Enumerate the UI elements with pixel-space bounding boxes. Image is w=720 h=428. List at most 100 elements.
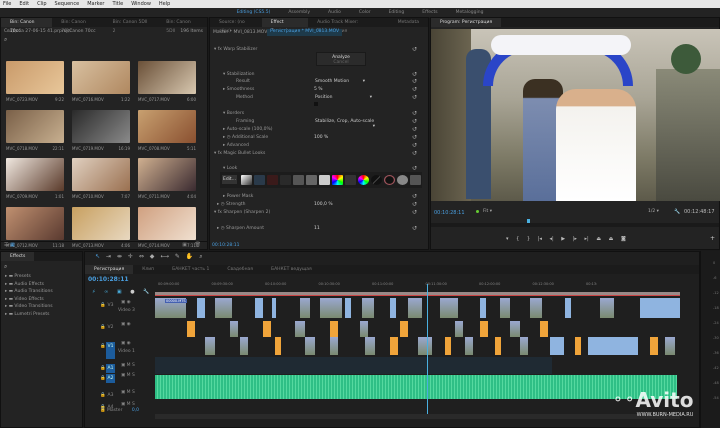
tab-effects[interactable]: Effects: [1, 252, 35, 261]
video-clip[interactable]: [418, 337, 432, 355]
effects-folder[interactable]: ▸ ▬ Audio Transitions: [5, 289, 53, 294]
workspace-tab[interactable]: Color: [359, 10, 371, 15]
lock-icon[interactable]: 🔒: [100, 376, 106, 381]
autoscale-label[interactable]: ▸ Auto-scale (100,0%): [223, 127, 273, 132]
video-clip[interactable]: [510, 321, 520, 337]
workspace-tab[interactable]: Editing (CS5.5): [237, 10, 271, 15]
look-tool-icon[interactable]: [254, 175, 265, 185]
framing-dropdown[interactable]: Stabilize, Crop, Auto-scale ▾: [315, 119, 375, 129]
video-clip[interactable]: [408, 298, 422, 318]
project-tab[interactable]: Bin: Canon 70сс: [1, 18, 53, 34]
marker-dot-icon[interactable]: ●: [130, 289, 134, 295]
reset-icon[interactable]: ↺: [412, 94, 417, 101]
track-target-a2[interactable]: A2: [106, 374, 115, 383]
look-tool-icon[interactable]: [410, 175, 421, 185]
step-forward-icon[interactable]: |▸: [573, 236, 577, 242]
track-target-v1[interactable]: V1: [106, 342, 115, 359]
step-back-icon[interactable]: ◂|: [549, 236, 553, 242]
timeline-playhead[interactable]: [427, 284, 428, 418]
video-clip[interactable]: [550, 337, 564, 355]
method-label[interactable]: Method: [236, 95, 253, 100]
clip-thumbnail[interactable]: [6, 61, 64, 94]
stabilization-group[interactable]: ▾ Stabilization: [223, 72, 254, 77]
video-clip[interactable]: [565, 298, 571, 318]
adjustment-clip[interactable]: [263, 321, 271, 337]
panel-tab[interactable]: Source: (no clips): [210, 18, 262, 34]
go-to-in-icon[interactable]: |◂: [538, 236, 542, 242]
strength-label[interactable]: ▸ ◷ Strength: [217, 202, 246, 207]
workspace-tab[interactable]: Audio: [328, 10, 341, 15]
menu-marker[interactable]: Marker: [87, 1, 104, 7]
timeline-timecode[interactable]: 00:10:28:11: [88, 276, 129, 283]
reset-icon[interactable]: ↺: [412, 201, 417, 208]
play-icon[interactable]: ▶: [561, 236, 565, 242]
adjustment-clip[interactable]: [400, 321, 408, 337]
video-clip[interactable]: [300, 298, 310, 318]
search-icon[interactable]: ⌕: [4, 36, 7, 44]
video-clip[interactable]: [640, 298, 680, 318]
video-clip[interactable]: [588, 337, 638, 355]
mark-in-icon[interactable]: {: [516, 236, 519, 242]
timeline-settings-icon[interactable]: 🔧: [143, 289, 149, 295]
eye-icon[interactable]: ▣ ◉: [121, 341, 131, 346]
adjustment-clip[interactable]: [390, 337, 398, 355]
reset-icon[interactable]: ↺: [412, 118, 417, 125]
add-marker-icon[interactable]: ▣: [117, 289, 122, 295]
ripple-edit-icon[interactable]: ⇹: [117, 253, 122, 260]
video-clip[interactable]: [320, 298, 342, 318]
hand-icon[interactable]: ✋: [186, 253, 193, 260]
method-dropdown[interactable]: Position ▾: [315, 95, 372, 100]
video-clip[interactable]: [480, 298, 486, 318]
audio-clip[interactable]: [155, 375, 677, 399]
video-clip[interactable]: [330, 337, 338, 355]
power-mask-group[interactable]: ▸ Power Mask: [223, 194, 253, 199]
sequence-tab[interactable]: Регистрация: [85, 265, 134, 274]
reset-icon[interactable]: ↺: [412, 134, 417, 141]
video-clip[interactable]: [360, 321, 368, 337]
playhead[interactable]: [527, 219, 530, 223]
look-tool-icon[interactable]: [397, 175, 408, 185]
look-tool-icon[interactable]: [267, 175, 278, 185]
menu-sequence[interactable]: Sequence: [55, 1, 80, 7]
edit-looks-button[interactable]: Edit...: [222, 175, 237, 184]
look-tool-icon[interactable]: [306, 175, 317, 185]
effects-search-icon[interactable]: ⌕: [4, 263, 7, 271]
workspace-tab[interactable]: Effects: [422, 10, 437, 15]
project-tab[interactable]: Bin: Canon 70сс: [52, 18, 103, 34]
video-clip[interactable]: [665, 337, 675, 355]
clip-thumbnail[interactable]: [138, 158, 196, 191]
project-tab[interactable]: Bin: Canon 5DII: [157, 18, 207, 34]
look-tool-icon[interactable]: [358, 175, 369, 185]
look-tool-icon[interactable]: [280, 175, 291, 185]
mute-icon[interactable]: ▣ M S: [121, 402, 135, 407]
razor-icon[interactable]: ◆: [150, 253, 155, 260]
linked-selection-icon[interactable]: ∞: [104, 289, 108, 295]
result-dropdown[interactable]: Smooth Motion ▾: [315, 79, 365, 84]
reset-icon[interactable]: ↺: [412, 165, 417, 172]
reset-icon[interactable]: ↺: [412, 209, 417, 216]
rate-stretch-icon[interactable]: ⇔: [139, 253, 144, 260]
project-tab[interactable]: Bin: Canon 5DII 2: [104, 18, 158, 34]
video-clip[interactable]: [362, 298, 374, 318]
clip-thumbnail[interactable]: [6, 158, 64, 191]
video-clip[interactable]: [240, 337, 248, 355]
reset-icon[interactable]: ↺: [412, 71, 417, 78]
clip-thumbnail[interactable]: [72, 158, 130, 191]
framing-label[interactable]: Framing: [236, 119, 254, 124]
effects-folder[interactable]: ▸ ▬ Video Transitions: [5, 304, 53, 309]
look-tool-icon[interactable]: [371, 175, 382, 185]
extract-icon[interactable]: ⏏: [609, 236, 614, 242]
strength-val[interactable]: 100,0 %: [314, 202, 333, 207]
marker-icon[interactable]: ▾: [506, 236, 509, 242]
video-clip[interactable]: [520, 337, 528, 355]
adjustment-clip[interactable]: [445, 337, 451, 355]
panel-tab[interactable]: Audio Track Mixer: Регистрация: [308, 18, 389, 34]
magic-bullet-looks-header[interactable]: ▾ fx Magic Bullet Looks: [214, 151, 265, 156]
tab-program[interactable]: Program: Регистрация: [431, 18, 502, 27]
reset-icon[interactable]: ↺: [412, 78, 417, 85]
borders-group[interactable]: ▾ Borders: [223, 111, 244, 116]
clip-thumbnail[interactable]: [6, 206, 64, 240]
video-clip[interactable]: [305, 337, 315, 355]
look-tool-icon[interactable]: [319, 175, 330, 185]
video-clip[interactable]: [230, 321, 238, 337]
